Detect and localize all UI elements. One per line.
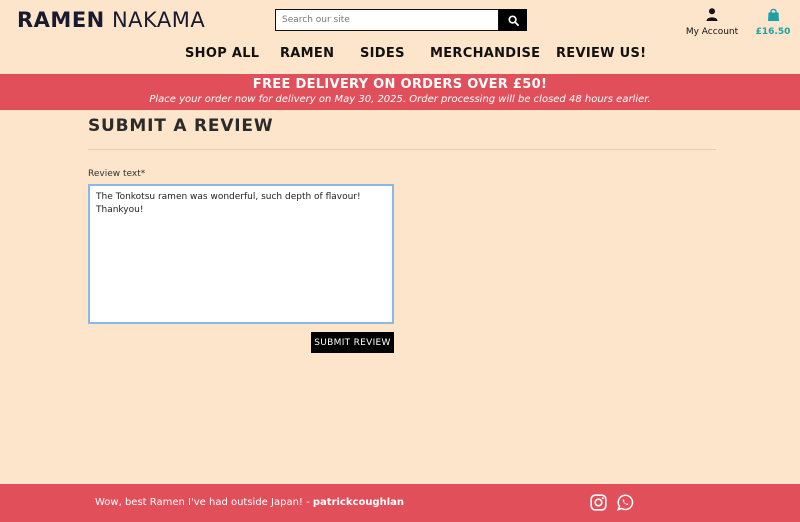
instagram-link[interactable] [590, 494, 607, 511]
search-input[interactable] [275, 9, 499, 31]
whatsapp-icon [617, 494, 634, 511]
nav-sides[interactable]: SIDES [360, 46, 405, 61]
site-logo[interactable]: RAMEN NAKAMA [17, 8, 205, 32]
banner-title: FREE DELIVERY ON ORDERS OVER £50! [252, 77, 548, 92]
delivery-banner: FREE DELIVERY ON ORDERS OVER £50! Place … [0, 74, 800, 110]
social-links [590, 494, 634, 511]
title-divider [88, 149, 716, 150]
site-footer: Wow, best Ramen I've had outside Japan! … [0, 484, 800, 522]
nav-ramen[interactable]: RAMEN [280, 46, 334, 61]
page-title: SUBMIT A REVIEW [88, 116, 274, 136]
logo-bold: RAMEN [17, 8, 105, 32]
nav-merchandise[interactable]: MERCHANDISE [430, 46, 540, 61]
review-text-label: Review text* [88, 169, 146, 179]
instagram-icon [590, 494, 607, 511]
my-account-link[interactable]: My Account [684, 6, 740, 37]
whatsapp-link[interactable] [617, 494, 634, 511]
shopping-bag-icon [767, 8, 779, 21]
testimonial-text: Wow, best Ramen I've had outside Japan! … [95, 497, 310, 508]
search-form [275, 9, 527, 31]
nav-review-us[interactable]: REVIEW US! [556, 46, 646, 61]
banner-subtitle: Place your order now for delivery on May… [149, 94, 651, 105]
search-button[interactable] [499, 9, 527, 31]
user-icon [706, 8, 718, 21]
main-nav: SHOP ALL RAMEN SIDES MERCHANDISE REVIEW … [0, 46, 800, 66]
submit-review-button[interactable]: SUBMIT REVIEW [311, 332, 394, 353]
review-textarea[interactable]: The Tonkotsu ramen was wonderful, such d… [88, 184, 394, 324]
search-icon [507, 14, 519, 26]
basket-link[interactable]: £16.50 [754, 6, 792, 37]
my-account-label: My Account [685, 27, 739, 37]
logo-light: NAKAMA [111, 8, 206, 32]
nav-shop-all[interactable]: SHOP ALL [185, 46, 259, 61]
basket-total: £16.50 [755, 27, 791, 37]
site-header: RAMEN NAKAMA My Account £16.50 SHOP ALL … [0, 0, 800, 74]
footer-testimonial: Wow, best Ramen I've had outside Japan! … [95, 497, 404, 508]
testimonial-author: patrickcoughlan [312, 497, 405, 508]
